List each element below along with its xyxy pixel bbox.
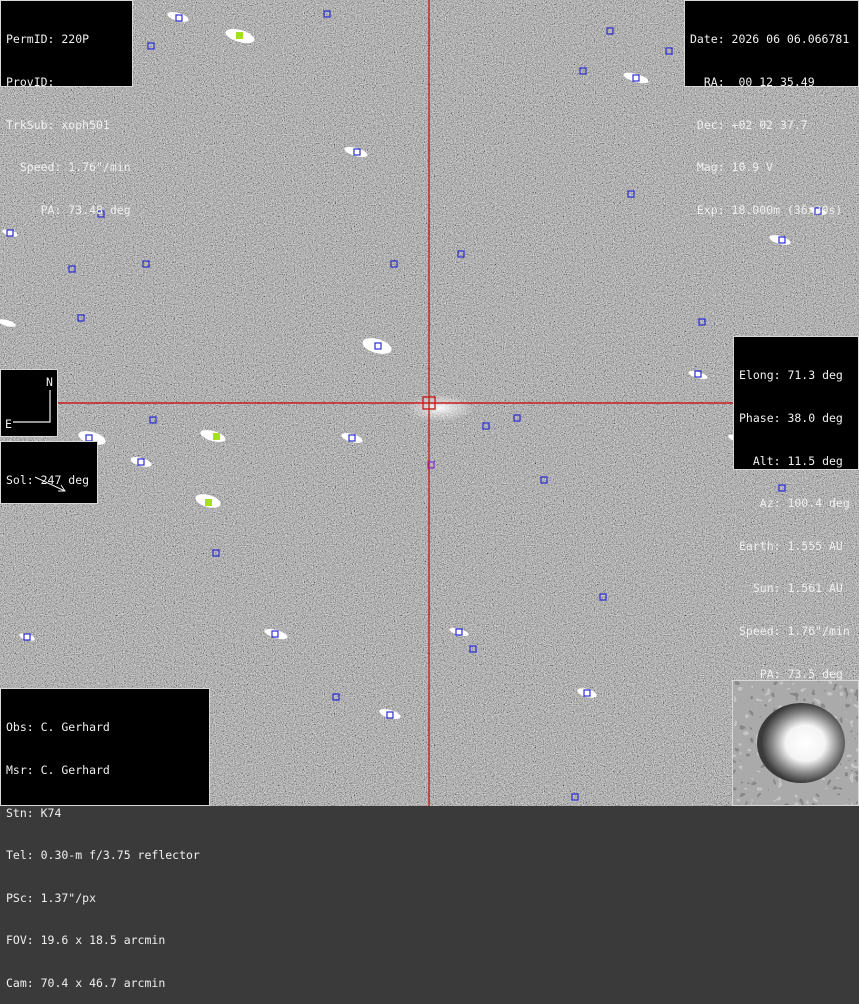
highlighted-star — [236, 32, 243, 39]
observation-info-line: Date: 2026 06 06.066781 — [690, 32, 850, 47]
observer-info-line: Msr: C. Gerhard — [6, 763, 110, 778]
observer-info-line: Obs: C. Gerhard — [6, 720, 110, 735]
geometry-info-line: Speed: 1.76"/min — [739, 624, 850, 639]
object-info-line: PA: 73.48 deg — [6, 202, 131, 217]
observer-info-line: FOV: 19.6 x 18.5 arcmin — [6, 933, 166, 948]
geometry-info-panel: Elong: 71.3 deg Phase: 38.0 deg Alt: 11.… — [733, 336, 859, 681]
sun-direction-panel: Sol: 247 deg — [0, 441, 98, 504]
observer-info-line: PSc: 1.37"/px — [6, 890, 97, 905]
geometry-info-line: Az: 100.4 deg — [739, 496, 850, 511]
geometry-info-line: Phase: 38.0 deg — [739, 411, 843, 426]
object-info-line: PermID: 220P — [6, 32, 90, 47]
highlighted-star — [205, 499, 212, 506]
observer-info-panel: Obs: C. Gerhard Msr: C. Gerhard Stn: K74… — [0, 688, 210, 990]
sun-direction-arrow-icon — [34, 476, 66, 492]
comet-zoom-inset — [732, 680, 859, 806]
comet-coma — [406, 394, 474, 422]
geometry-info-line: PA: 73.5 deg — [739, 666, 843, 681]
observer-info-line: Stn: K74 — [6, 805, 62, 820]
geometry-info-line: Elong: 71.3 deg — [739, 368, 843, 383]
observation-info-line: RA: 00 12 35.49 — [690, 75, 815, 90]
compass-north-label: N — [46, 375, 53, 389]
observation-info-line: Dec: +02 02 37.7 — [690, 117, 808, 132]
object-info-line: TrkSub: xoph501 — [6, 117, 110, 132]
compass-panel: N E — [0, 369, 58, 437]
observation-info-panel: Date: 2026 06 06.066781 RA: 00 12 35.49 … — [684, 0, 859, 217]
geometry-info-line: Sun: 1.561 AU — [739, 581, 843, 596]
object-info-line: Speed: 1.76"/min — [6, 160, 131, 175]
highlighted-star — [213, 433, 220, 440]
object-info-panel: PermID: 220P ProvID: TrkSub: xoph501 Spe… — [0, 0, 133, 217]
geometry-info-line: Earth: 1.555 AU — [739, 538, 843, 553]
observer-info-line: Cam: 70.4 x 46.7 arcmin — [6, 976, 166, 991]
object-info-line: ProvID: — [6, 75, 55, 90]
compass-east-label: E — [5, 417, 12, 431]
observation-info-line: Exp: 18.000m (36x30s) — [690, 202, 843, 217]
geometry-info-line: Alt: 11.5 deg — [739, 453, 843, 468]
zoomed-comet-nucleus — [757, 703, 845, 783]
observation-info-line: Mag: 10.9 V — [690, 160, 774, 175]
observer-info-line: Tel: 0.30-m f/3.75 reflector — [6, 848, 200, 863]
